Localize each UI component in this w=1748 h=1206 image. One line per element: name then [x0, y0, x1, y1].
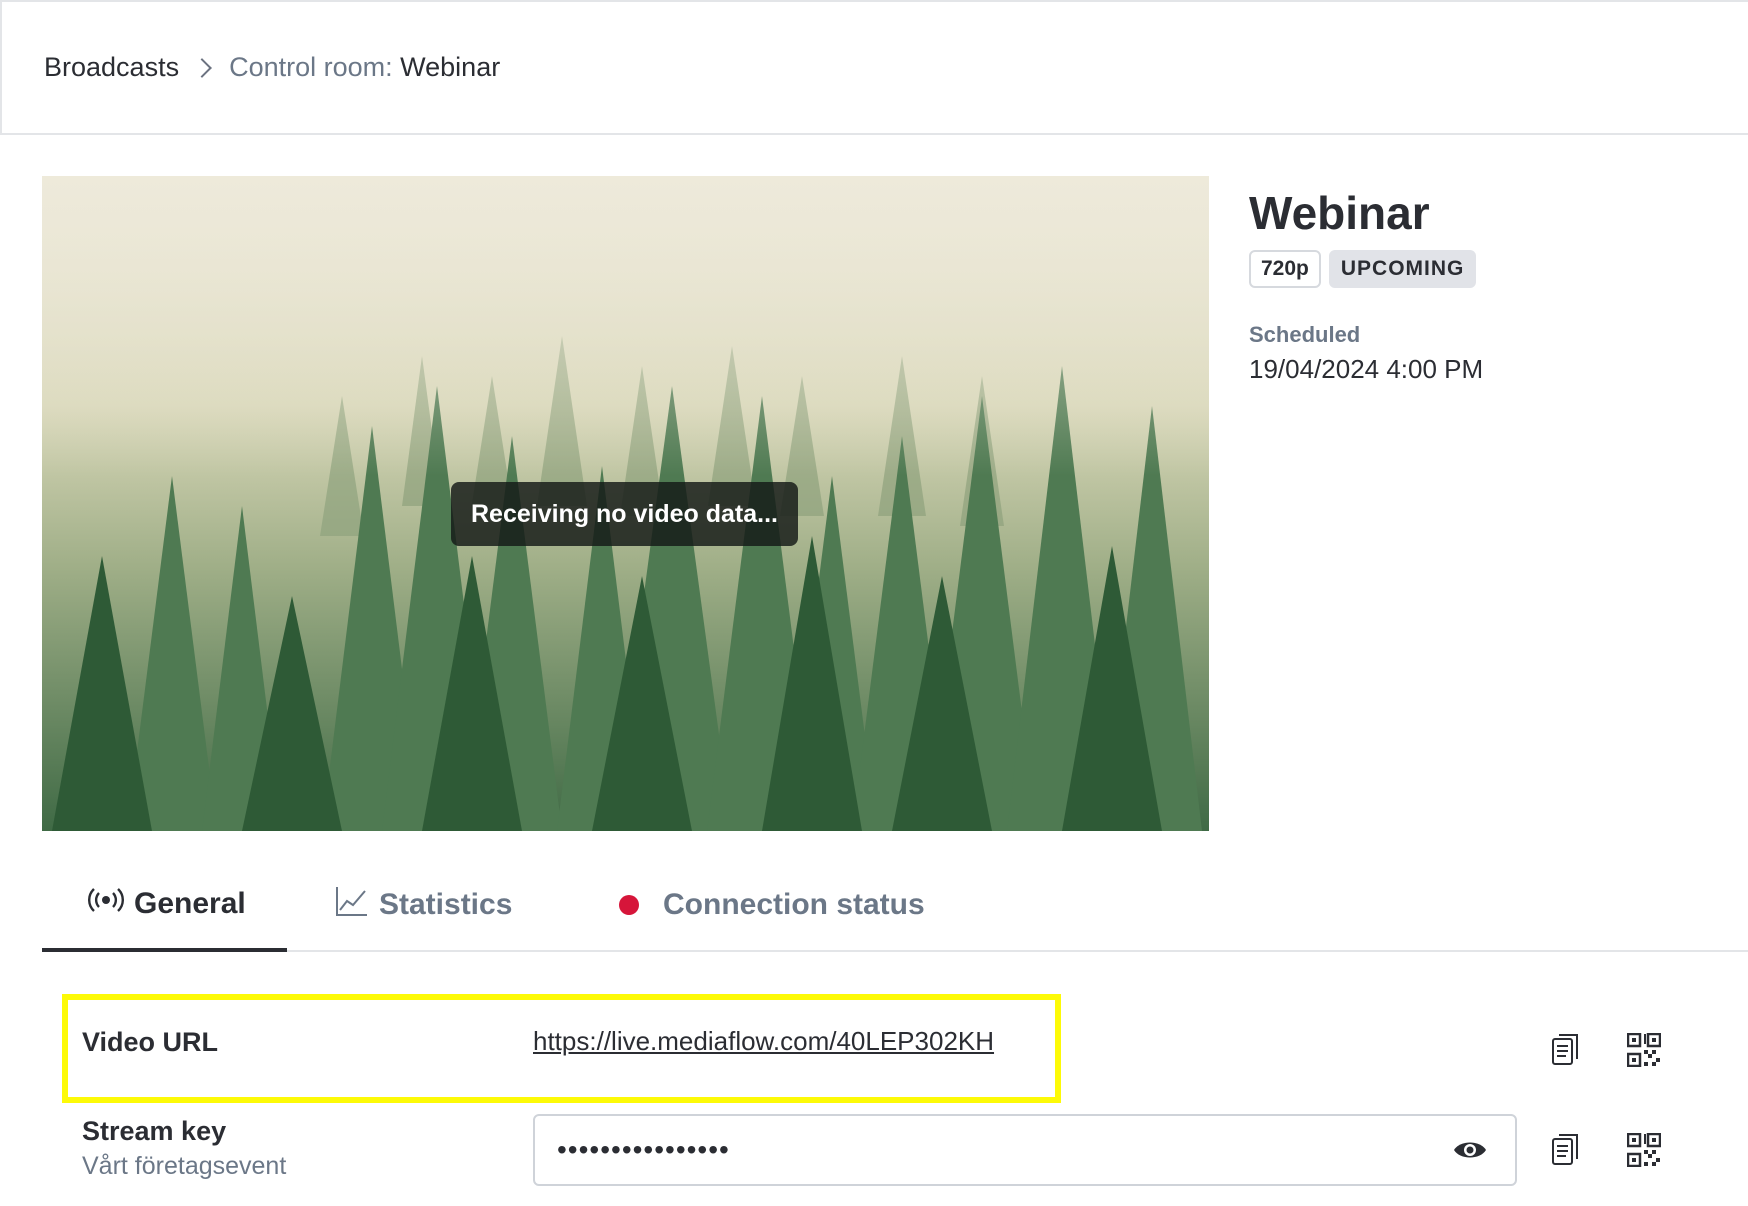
toggle-stream-key-visibility-button[interactable] — [1450, 1130, 1490, 1170]
stream-key-label: Stream key — [82, 1116, 227, 1146]
chart-line-icon — [335, 885, 369, 925]
tab-statistics[interactable]: Statistics — [287, 860, 557, 950]
breadcrumb-current-name: Webinar — [400, 52, 501, 82]
breadcrumb: Broadcasts Control room: Webinar — [44, 52, 500, 83]
tab-connection-status-label: Connection status — [663, 888, 925, 921]
status-badge: UPCOMING — [1328, 250, 1477, 288]
video-url-link[interactable]: https://live.mediaflow.com/40LEP302KH — [533, 1026, 994, 1057]
video-url-label: Video URL — [82, 1027, 219, 1057]
stream-key-qr-button[interactable] — [1624, 1130, 1664, 1170]
video-url-qr-button[interactable] — [1624, 1030, 1664, 1070]
stream-key-input[interactable] — [533, 1114, 1517, 1186]
broadcast-title: Webinar — [1249, 187, 1430, 239]
scheduled-label: Scheduled — [1249, 322, 1361, 347]
breadcrumb-broadcasts-link[interactable]: Broadcasts — [44, 52, 179, 83]
qr-code-icon — [1627, 1133, 1661, 1167]
resolution-badge: 720p — [1249, 250, 1321, 288]
video-preview[interactable]: Receiving no video data... — [42, 176, 1209, 831]
tab-general-label: General — [134, 887, 246, 920]
scheduled-datetime: 19/04/2024 4:00 PM — [1249, 354, 1484, 384]
badge-group: 720p UPCOMING — [1249, 250, 1729, 288]
stream-key-sublabel: Vårt företagsevent — [82, 1152, 287, 1180]
copy-icon — [1552, 1034, 1578, 1065]
tab-connection-status[interactable]: Connection status — [557, 860, 925, 950]
copy-stream-key-button[interactable] — [1546, 1130, 1586, 1170]
top-bar: Broadcasts Control room: Webinar — [0, 0, 1748, 135]
copy-video-url-button[interactable] — [1546, 1030, 1586, 1070]
tab-general[interactable]: General — [42, 860, 287, 952]
tab-bar: General Statistics Connection status — [42, 860, 1748, 952]
broadcast-icon — [88, 885, 124, 923]
breadcrumb-prefix: Control room: — [229, 52, 393, 82]
status-dot-icon — [619, 895, 639, 915]
breadcrumb-current: Control room: Webinar — [229, 52, 500, 83]
copy-icon — [1552, 1134, 1578, 1165]
qr-code-icon — [1627, 1033, 1661, 1067]
broadcast-info-panel: Webinar 720p UPCOMING Scheduled 19/04/20… — [1249, 186, 1729, 385]
no-video-data-message: Receiving no video data... — [451, 482, 798, 546]
eye-icon — [1454, 1142, 1486, 1158]
chevron-right-icon — [192, 57, 212, 78]
tab-statistics-label: Statistics — [379, 888, 513, 921]
